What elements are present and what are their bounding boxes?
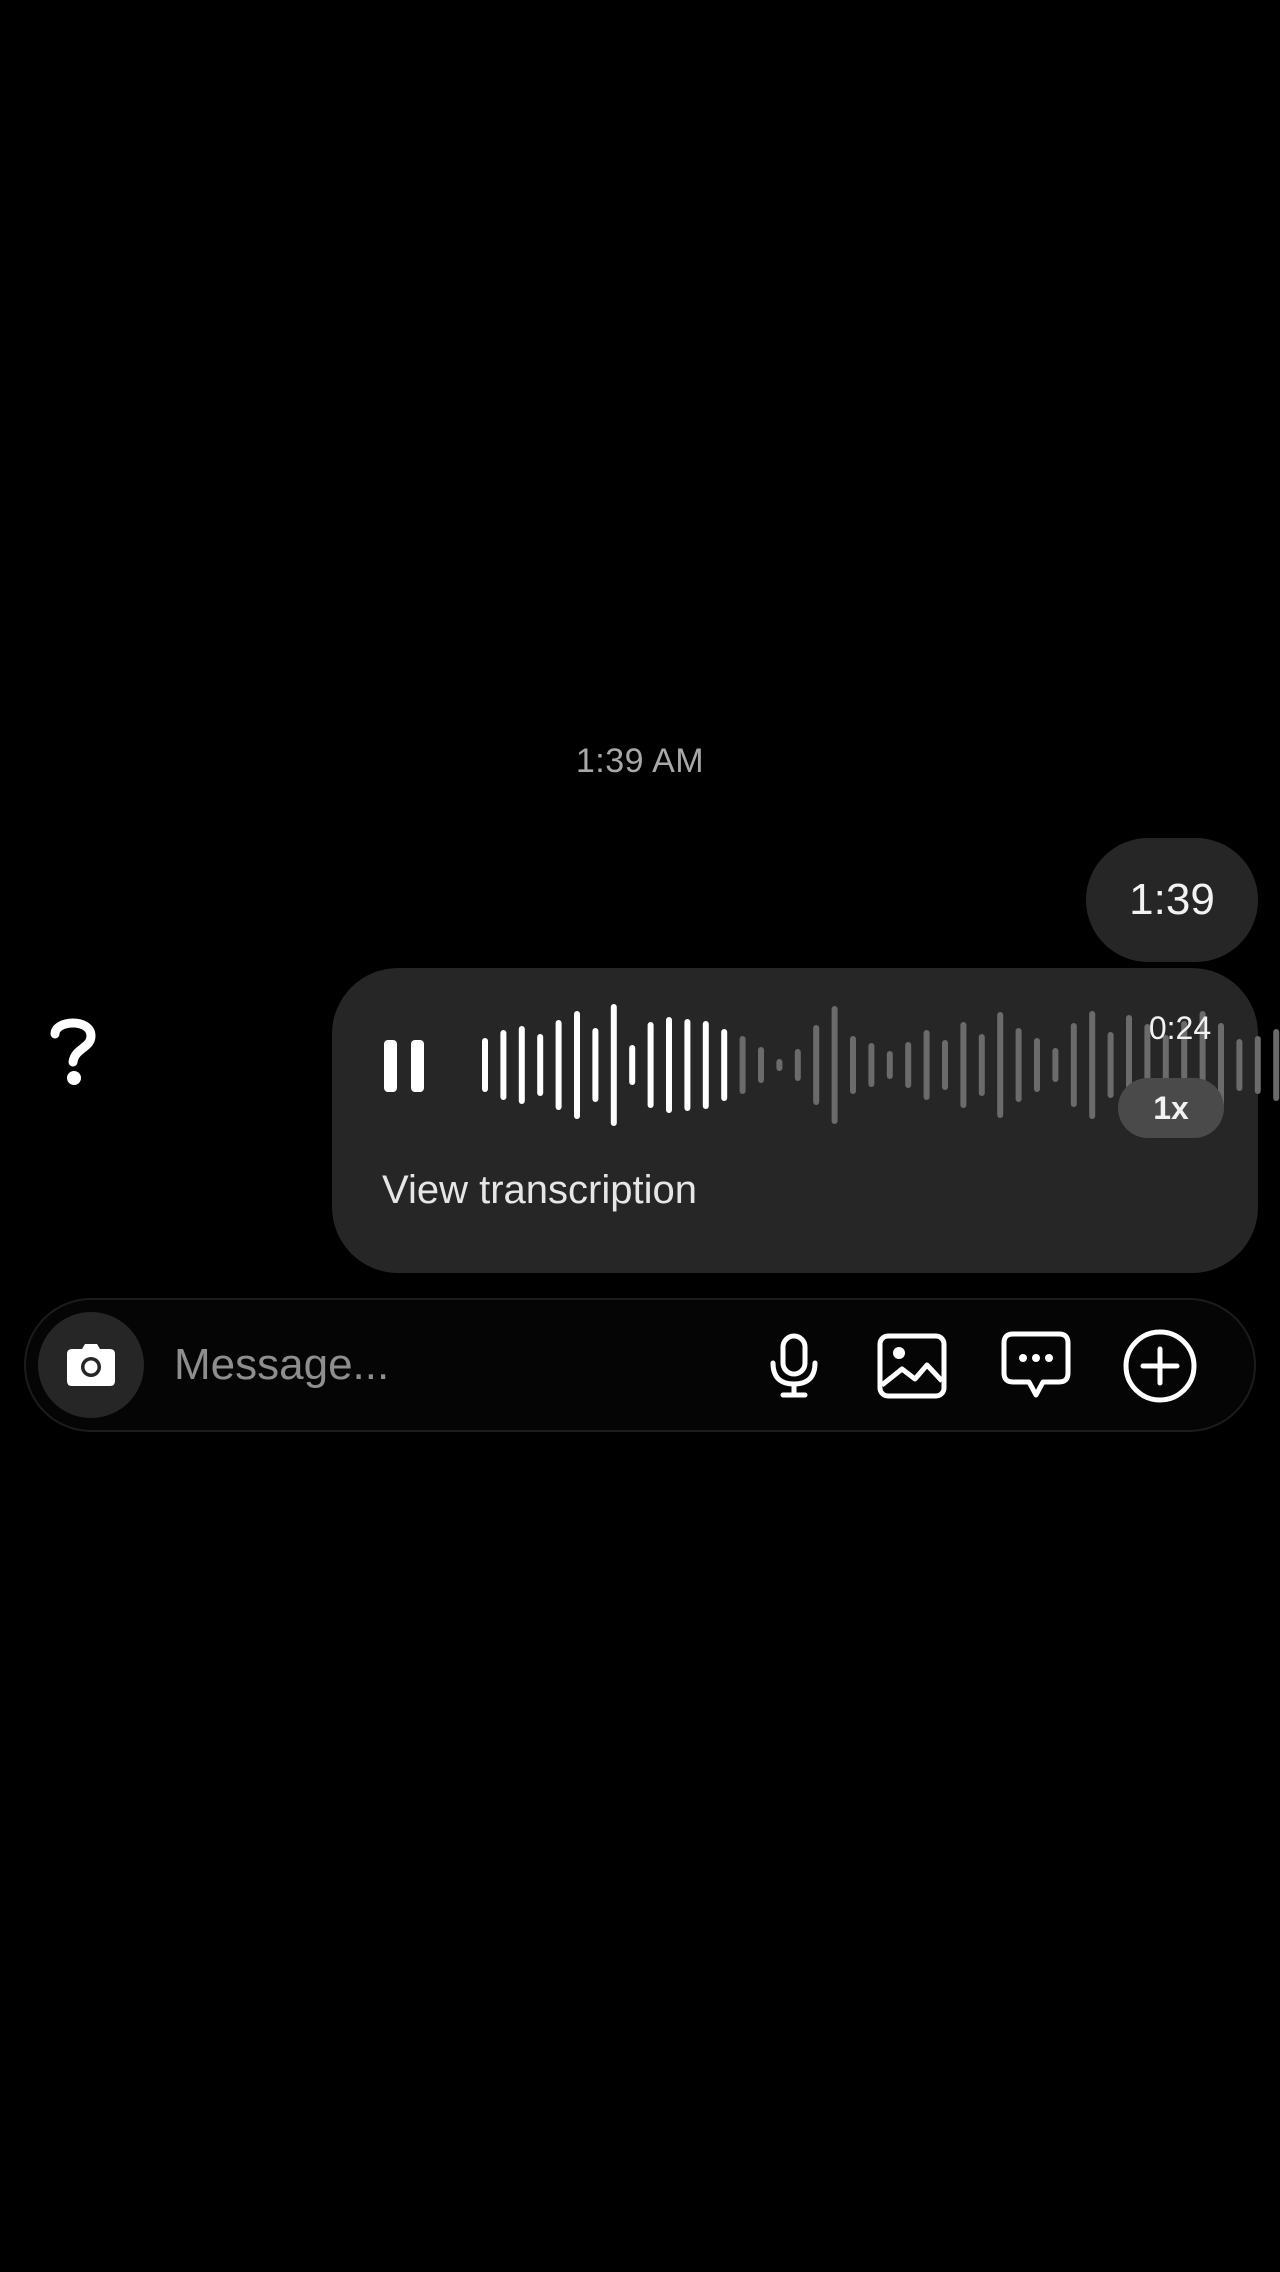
gallery-icon — [877, 1333, 947, 1399]
waveform-bar — [923, 1030, 930, 1100]
waveform-bar — [831, 1006, 838, 1124]
plus-circle-icon — [1123, 1329, 1197, 1403]
waveform-bar — [721, 1029, 728, 1101]
waveform-bar — [868, 1043, 875, 1087]
waveform-bar — [794, 1049, 801, 1081]
waveform-bar — [610, 1004, 617, 1126]
waveform-bar — [960, 1022, 967, 1108]
waveform-bar — [886, 1051, 893, 1079]
pause-bar-right — [411, 1040, 424, 1092]
waveform-bar — [739, 1036, 746, 1094]
waveform-bar — [850, 1036, 856, 1094]
waveform-bar — [758, 1047, 764, 1083]
gallery-button[interactable] — [874, 1328, 950, 1404]
pause-button[interactable] — [384, 1040, 424, 1092]
waveform-bar — [574, 1011, 580, 1119]
waveform-bar — [776, 1059, 783, 1071]
waveform-bar — [813, 1025, 820, 1105]
waveform-bar — [592, 1028, 599, 1102]
message-input[interactable] — [174, 1330, 594, 1400]
waveform-bar — [500, 1030, 507, 1100]
sticker-chat-icon — [1001, 1331, 1071, 1398]
waveform-bar — [482, 1038, 488, 1092]
waveform-bar — [1254, 1036, 1261, 1094]
voice-duration: 0:24 — [1148, 1010, 1212, 1046]
voice-message-bubble[interactable]: 0:24 1x View transcription — [332, 968, 1280, 1273]
waveform-bar — [1236, 1039, 1243, 1091]
camera-button[interactable] — [38, 1312, 144, 1418]
waveform-bar — [537, 1034, 544, 1096]
waveform-bar — [1070, 1023, 1077, 1107]
waveform-bar — [1107, 1032, 1114, 1098]
waveform-bar — [684, 1019, 691, 1111]
view-transcription-link[interactable]: View transcription — [382, 1168, 697, 1213]
waveform-bar — [905, 1042, 912, 1088]
waveform-bar — [555, 1020, 562, 1110]
message-bubble-text[interactable]: 1:39 — [1086, 838, 1258, 962]
waveform-bar — [1089, 1011, 1096, 1119]
microphone-icon — [770, 1333, 818, 1398]
waveform-bar — [1034, 1038, 1040, 1092]
add-button[interactable] — [1122, 1328, 1198, 1404]
waveform-bar — [647, 1022, 654, 1108]
waveform-bar — [666, 1017, 672, 1113]
sticker-button[interactable] — [998, 1328, 1074, 1404]
waveform-bar — [997, 1012, 1004, 1118]
message-composer — [24, 1298, 1256, 1432]
camera-icon — [67, 1344, 115, 1386]
waveform-bar — [702, 1021, 709, 1109]
waveform-bar — [942, 1040, 948, 1090]
waveform-bar — [518, 1026, 525, 1104]
waveform-bar — [1273, 1029, 1280, 1101]
playback-speed-button[interactable]: 1x — [1118, 1078, 1224, 1138]
pause-bar-left — [384, 1040, 397, 1092]
microphone-button[interactable] — [756, 1328, 832, 1404]
waveform-bar — [1015, 1028, 1022, 1102]
question-mark-icon — [38, 1005, 108, 1095]
waveform-bar — [629, 1045, 636, 1085]
conversation-timestamp: 1:39 AM — [575, 742, 705, 780]
waveform-bar — [1052, 1048, 1059, 1082]
waveform-bar — [978, 1034, 985, 1096]
